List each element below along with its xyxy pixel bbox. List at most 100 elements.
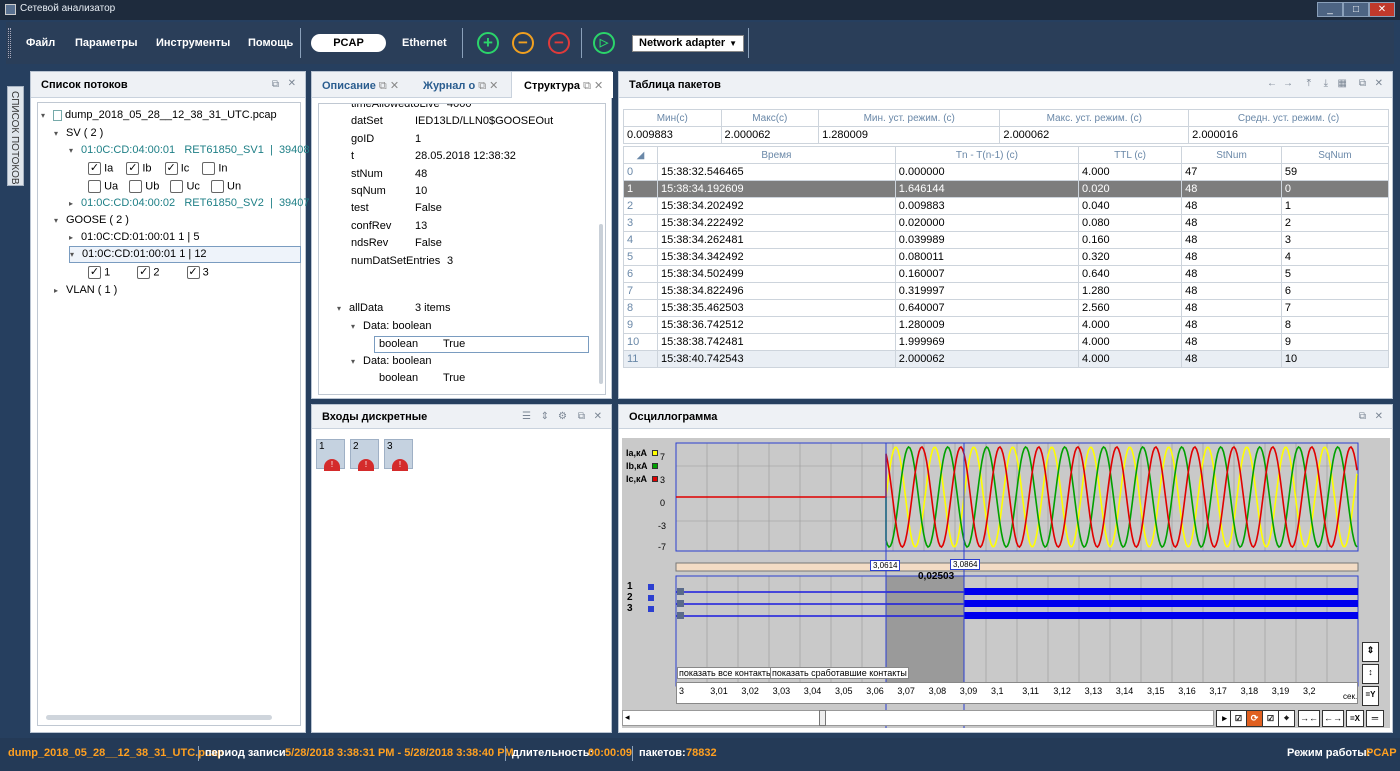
table-row[interactable]: 7 15:38:34.822496 0.319997 1.280 48 6 bbox=[623, 282, 1390, 300]
osc-scrollbar[interactable]: ◂ bbox=[622, 710, 1214, 726]
close-icon[interactable]: ✕ bbox=[390, 80, 399, 92]
chevron-down-icon[interactable]: ▾ bbox=[69, 146, 81, 155]
zoom-out-horizontal-icon[interactable]: ←→ bbox=[1322, 710, 1344, 727]
col-header[interactable]: SqNum bbox=[1280, 146, 1390, 164]
tree-sv2[interactable]: ▸ 01:0C:CD:04:00:02 RET61850_SV2 | 39407 bbox=[69, 197, 310, 209]
table-row[interactable]: 2 15:38:34.202492 0.009883 0.040 48 1 bbox=[623, 197, 1390, 215]
struct-row[interactable]: numDatSetEntries 3 bbox=[351, 255, 453, 267]
oscillogram-canvas[interactable]: Ia,кА Ib,кА Ic,кА 7 3 0 -3 -7 3,0614 3,0… bbox=[622, 438, 1390, 728]
menu-file[interactable]: Файл bbox=[26, 37, 55, 49]
float-icon[interactable]: ⧉ bbox=[1359, 411, 1366, 422]
tree-view[interactable]: ▾ dump_2018_05_28__12_38_31_UTC.pcap ▾ SV … bbox=[37, 102, 310, 726]
vertical-scrollbar[interactable] bbox=[599, 224, 603, 384]
minus-icon[interactable]: − bbox=[512, 32, 534, 54]
tree-sv1[interactable]: ▾ 01:0C:CD:04:00:01 RET61850_SV1 | 39408 bbox=[69, 144, 310, 156]
chevron-right-icon[interactable]: ▸ bbox=[54, 286, 66, 295]
struct-row[interactable]: stNum 48 bbox=[351, 168, 427, 180]
checkbox-ub[interactable] bbox=[129, 180, 143, 193]
struct-row[interactable]: ndsRev False bbox=[351, 237, 442, 249]
float-icon[interactable]: ⧉ bbox=[478, 80, 486, 92]
grid-icon[interactable]: ▦ bbox=[1338, 78, 1347, 89]
checkbox-ua[interactable] bbox=[88, 180, 101, 193]
struct-bool-1[interactable]: boolean True bbox=[374, 336, 589, 353]
play-icon[interactable]: ▷ bbox=[593, 32, 615, 54]
struct-row[interactable]: goID 1 bbox=[351, 133, 421, 145]
chevron-right-icon[interactable]: ▸ bbox=[69, 233, 81, 242]
menu-params[interactable]: Параметры bbox=[75, 37, 137, 49]
float-icon[interactable]: ⧉ bbox=[578, 411, 585, 422]
table-row[interactable]: 1 15:38:34.192609 1.646144 0.020 48 0 bbox=[623, 180, 1390, 198]
close-icon[interactable]: ✕ bbox=[1375, 78, 1383, 89]
chevron-down-icon[interactable]: ▾ bbox=[351, 322, 363, 331]
close-icon[interactable]: ✕ bbox=[288, 78, 296, 89]
checkbox-goose-1[interactable]: ✓ bbox=[88, 266, 101, 279]
struct-data-2[interactable]: ▾ Data: boolean bbox=[351, 355, 432, 367]
checkbox-in[interactable] bbox=[202, 162, 216, 175]
equal-x-button[interactable]: =X bbox=[1346, 710, 1364, 727]
arrow-left-icon[interactable]: ← bbox=[1267, 78, 1277, 89]
maximize-button[interactable]: □ bbox=[1343, 2, 1369, 17]
table-row[interactable]: 0 15:38:32.546465 0.000000 4.000 47 59 bbox=[623, 163, 1390, 181]
arrow-right-icon[interactable]: → bbox=[1283, 78, 1293, 89]
struct-row[interactable]: confRev 13 bbox=[351, 220, 427, 232]
tree-goose2[interactable]: ▾ 01:0C:CD:01:00:01 1 | 12 bbox=[69, 246, 301, 263]
discrete-tile-2[interactable]: 2! bbox=[350, 439, 379, 471]
table-row[interactable]: 11 15:38:40.742543 2.000062 4.000 48 10 bbox=[623, 350, 1390, 368]
chevron-right-icon[interactable]: ▸ bbox=[69, 199, 81, 208]
col-header[interactable]: TTL (с) bbox=[1078, 146, 1183, 164]
float-icon[interactable]: ⧉ bbox=[272, 79, 279, 90]
float-icon[interactable]: ⧉ bbox=[379, 80, 387, 92]
toolbar-grip[interactable] bbox=[8, 28, 11, 58]
zoom-in-horizontal-icon[interactable]: →← bbox=[1298, 710, 1320, 727]
close-icon[interactable]: ✕ bbox=[489, 80, 498, 92]
table-row[interactable]: 8 15:38:35.462503 0.640007 2.560 48 7 bbox=[623, 299, 1390, 317]
table-row[interactable]: 9 15:38:36.742512 1.280009 4.000 48 8 bbox=[623, 316, 1390, 334]
table-row[interactable]: 3 15:38:34.222492 0.020000 0.080 48 2 bbox=[623, 214, 1390, 232]
mode-ethernet-button[interactable]: Ethernet bbox=[402, 37, 447, 49]
tab-description[interactable]: Описание ⧉ ✕ bbox=[322, 79, 399, 93]
tab-journal[interactable]: Журнал о ⧉ ✕ bbox=[423, 79, 498, 93]
arrow-bottom-icon[interactable]: ⤓ bbox=[1324, 78, 1328, 89]
struct-row[interactable]: timeAllowedtoLive 4000 bbox=[351, 104, 471, 110]
chevron-down-icon[interactable]: ▾ bbox=[70, 250, 82, 259]
streams-side-tab[interactable]: СПИСОК ПОТОКОВ bbox=[7, 86, 24, 186]
menu-tools[interactable]: Инструменты bbox=[156, 37, 230, 49]
close-icon[interactable]: ✕ bbox=[594, 80, 603, 92]
float-icon[interactable]: ⧉ bbox=[1359, 78, 1366, 89]
equal-y-button[interactable]: =Y bbox=[1362, 686, 1379, 706]
checkbox-ib[interactable]: ✓ bbox=[126, 162, 140, 175]
refresh-icon[interactable]: ⟳ bbox=[1246, 710, 1263, 727]
equal-icon[interactable]: ═ bbox=[1366, 710, 1384, 727]
struct-row[interactable]: t 28.05.2018 12:38:32 bbox=[351, 150, 516, 162]
table-row[interactable]: 10 15:38:38.742481 1.999969 4.000 48 9 bbox=[623, 333, 1390, 351]
remove-icon[interactable]: − bbox=[548, 32, 570, 54]
expand-vertical-icon[interactable]: ⇕ bbox=[1362, 642, 1379, 662]
checkbox-goose-2[interactable]: ✓ bbox=[137, 266, 151, 279]
close-icon[interactable]: ✕ bbox=[594, 411, 602, 422]
network-adapter-select[interactable]: Network adapter ▼ bbox=[632, 35, 744, 52]
horizontal-scrollbar[interactable] bbox=[46, 715, 272, 720]
sort-icon[interactable]: ⇕ bbox=[541, 411, 549, 422]
chevron-down-icon[interactable]: ▾ bbox=[41, 111, 53, 120]
col-header[interactable]: StNum bbox=[1181, 146, 1282, 164]
packet-table[interactable]: ◢ Время Tn - T(n-1) (с) TTL (с) StNum SqNum 0 1… bbox=[623, 146, 1390, 368]
checkbox-uc[interactable] bbox=[170, 180, 184, 193]
chevron-down-icon[interactable]: ▾ bbox=[351, 357, 363, 366]
arrow-top-icon[interactable]: ⤒ bbox=[1307, 78, 1311, 89]
struct-row[interactable]: datSet IED13LD/LLN0$GOOSEOut bbox=[351, 115, 553, 127]
table-row[interactable]: 4 15:38:34.262481 0.039989 0.160 48 3 bbox=[623, 231, 1390, 249]
list-icon[interactable]: ☰ bbox=[522, 411, 531, 422]
tab-structure[interactable]: Структура ⧉ ✕ bbox=[511, 72, 613, 98]
col-header[interactable]: Время bbox=[657, 146, 896, 164]
tree-goose[interactable]: ▾ GOOSE ( 2 ) bbox=[54, 214, 129, 226]
float-icon[interactable]: ⧉ bbox=[583, 80, 591, 92]
struct-data-1[interactable]: ▾ Data: boolean bbox=[351, 320, 432, 332]
scroll-left-icon[interactable]: ◂ bbox=[625, 712, 630, 723]
tree-file[interactable]: ▾ dump_2018_05_28__12_38_31_UTC.pcap bbox=[41, 109, 277, 121]
struct-alldata[interactable]: ▾ allData 3 items bbox=[337, 302, 450, 314]
close-icon[interactable]: ✕ bbox=[1375, 411, 1383, 422]
chevron-down-icon[interactable]: ▾ bbox=[54, 129, 66, 138]
checkbox-ic[interactable]: ✓ bbox=[164, 162, 178, 175]
tree-goose1[interactable]: ▸ 01:0C:CD:01:00:01 1 | 5 bbox=[69, 231, 199, 243]
struct-bool-2[interactable]: boolean True bbox=[379, 372, 465, 384]
